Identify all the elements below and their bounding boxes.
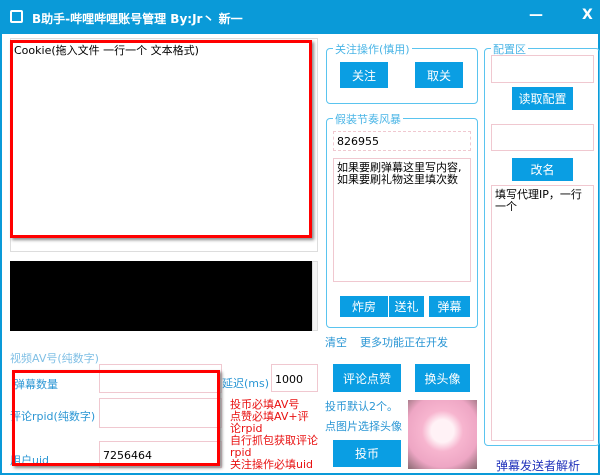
like-comment-button[interactable]: 评论点赞 [333,364,401,392]
log-scrollbar[interactable] [312,261,318,331]
note-line: 自行抓包获取评论rpid [230,434,318,459]
clear-link[interactable]: 清空 [325,334,347,350]
storm-group-title: 假装节奏风暴 [333,111,403,127]
rename-button[interactable]: 改名 [512,158,573,181]
read-config-button[interactable]: 读取配置 [512,87,573,110]
cookie-placeholder: Cookie(拖入文件 一行一个 文本格式) [14,44,199,57]
title-bar: B助手-哔哩哔哩账号管理 By:Jr丶 新一 — X [2,0,600,34]
window-title: B助手-哔哩哔哩账号管理 By:Jr丶 新一 [32,12,243,26]
usage-notes: 投币必填AV号 点赞必填AV+评论rpid 自行抓包获取评论rpid 关注操作必… [230,399,318,471]
coin-button[interactable]: 投币 [333,440,401,467]
pick-avatar-text: 点图片选择头像 [325,420,402,433]
follow-button[interactable]: 关注 [340,62,388,88]
uid-input[interactable]: 7256464 [99,441,222,468]
rpid-label: 评论rpid(纯数字) [10,410,96,423]
note-line: 点赞必填AV+评论rpid [230,410,309,435]
more-features-text: 更多功能正在开发 [360,336,448,349]
change-avatar-button[interactable]: 换头像 [415,364,470,392]
log-output [10,261,312,331]
rpid-input[interactable] [99,398,222,428]
av-label: 视频AV号(纯数字) [10,352,99,365]
delay-input[interactable]: 1000 [271,364,318,392]
bomb-room-button[interactable]: 炸房 [340,296,388,317]
proxy-placeholder: 填写代理IP，一行一个 [495,188,582,213]
danmaku-button[interactable]: 弹幕 [429,296,470,317]
main-window: B助手-哔哩哔哩账号管理 By:Jr丶 新一 — X Cookie(拖入文件 一… [0,0,600,475]
avatar-image[interactable] [408,400,477,469]
rename-input[interactable] [491,124,594,151]
minimize-button[interactable]: — [529,7,543,23]
danmaku-sender-parse-link[interactable]: 弹幕发送者解析 [496,457,580,474]
send-gift-button[interactable]: 送礼 [389,296,424,317]
storm-content-textarea[interactable]: 如果要刷弹幕这里写内容,如果要刷礼物这里填次数 [333,158,471,282]
room-id-input[interactable]: 826955 [333,131,471,151]
delay-label: 延迟(ms) [222,377,270,390]
cookie-textarea[interactable]: Cookie(拖入文件 一行一个 文本格式) [10,38,318,252]
note-line: 关注操作必填uid [230,458,314,471]
uid-label: 用户uid [10,454,50,467]
av-input[interactable] [99,364,222,393]
unfollow-button[interactable]: 取关 [415,62,463,88]
close-button[interactable]: X [582,7,593,23]
follow-group-title: 关注操作(慎用) [333,41,412,57]
app-icon [10,10,23,23]
coin-default-text: 投币默认2个。 [325,400,398,413]
danmaku-count-label: 弹幕数量 [14,378,58,391]
config-input[interactable] [491,55,594,83]
proxy-textarea[interactable]: 填写代理IP，一行一个 [491,185,594,441]
